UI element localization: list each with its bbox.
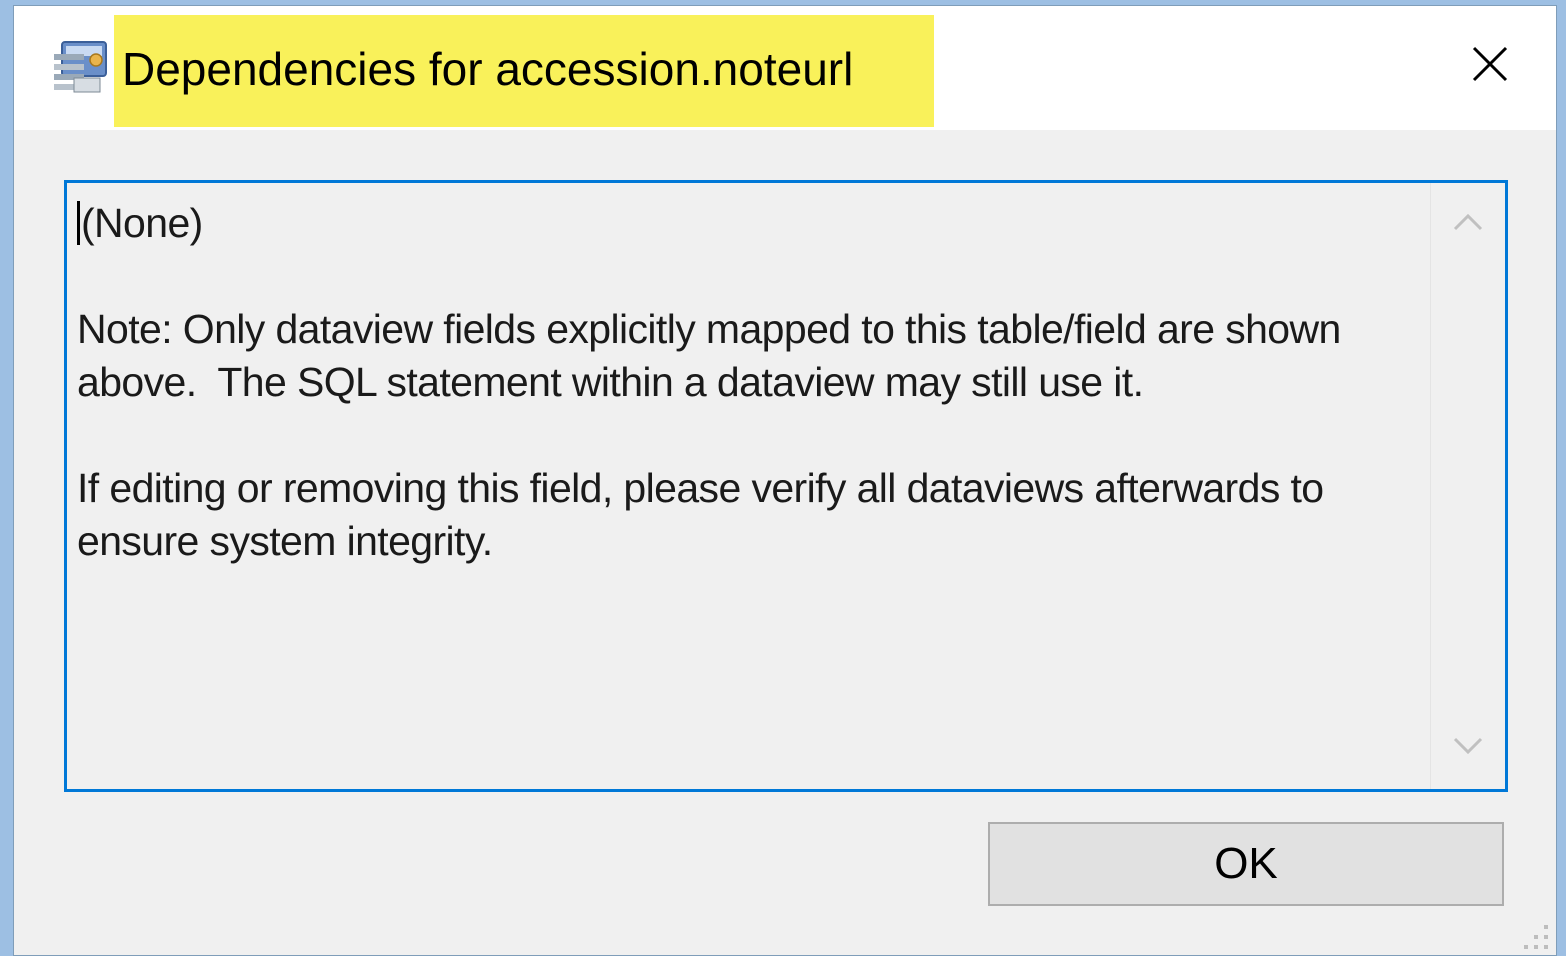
- scroll-down-button[interactable]: [1431, 713, 1505, 783]
- close-icon: [1472, 46, 1508, 87]
- title-bar[interactable]: Dependencies for accession.noteurl: [14, 6, 1556, 130]
- vertical-scrollbar[interactable]: [1430, 183, 1505, 789]
- close-button[interactable]: [1454, 30, 1526, 102]
- chevron-up-icon: [1453, 212, 1483, 237]
- dependencies-dialog: Dependencies for accession.noteurl (None…: [14, 6, 1556, 955]
- chevron-down-icon: [1453, 736, 1483, 761]
- resize-grip-icon[interactable]: [1520, 921, 1550, 951]
- text-caret: [77, 201, 80, 245]
- window-title: Dependencies for accession.noteurl: [122, 43, 854, 95]
- database-app-icon: [50, 38, 110, 98]
- dependencies-textbox[interactable]: (None) Note: Only dataview fields explic…: [64, 180, 1508, 792]
- warning-text: If editing or removing this field, pleas…: [77, 465, 1324, 564]
- scroll-up-button[interactable]: [1431, 189, 1505, 259]
- ok-button[interactable]: OK: [988, 822, 1504, 906]
- note-text: Note: Only dataview fields explicitly ma…: [77, 306, 1352, 405]
- dependencies-list-text: (None): [81, 200, 203, 246]
- textbox-content: (None) Note: Only dataview fields explic…: [77, 197, 1427, 568]
